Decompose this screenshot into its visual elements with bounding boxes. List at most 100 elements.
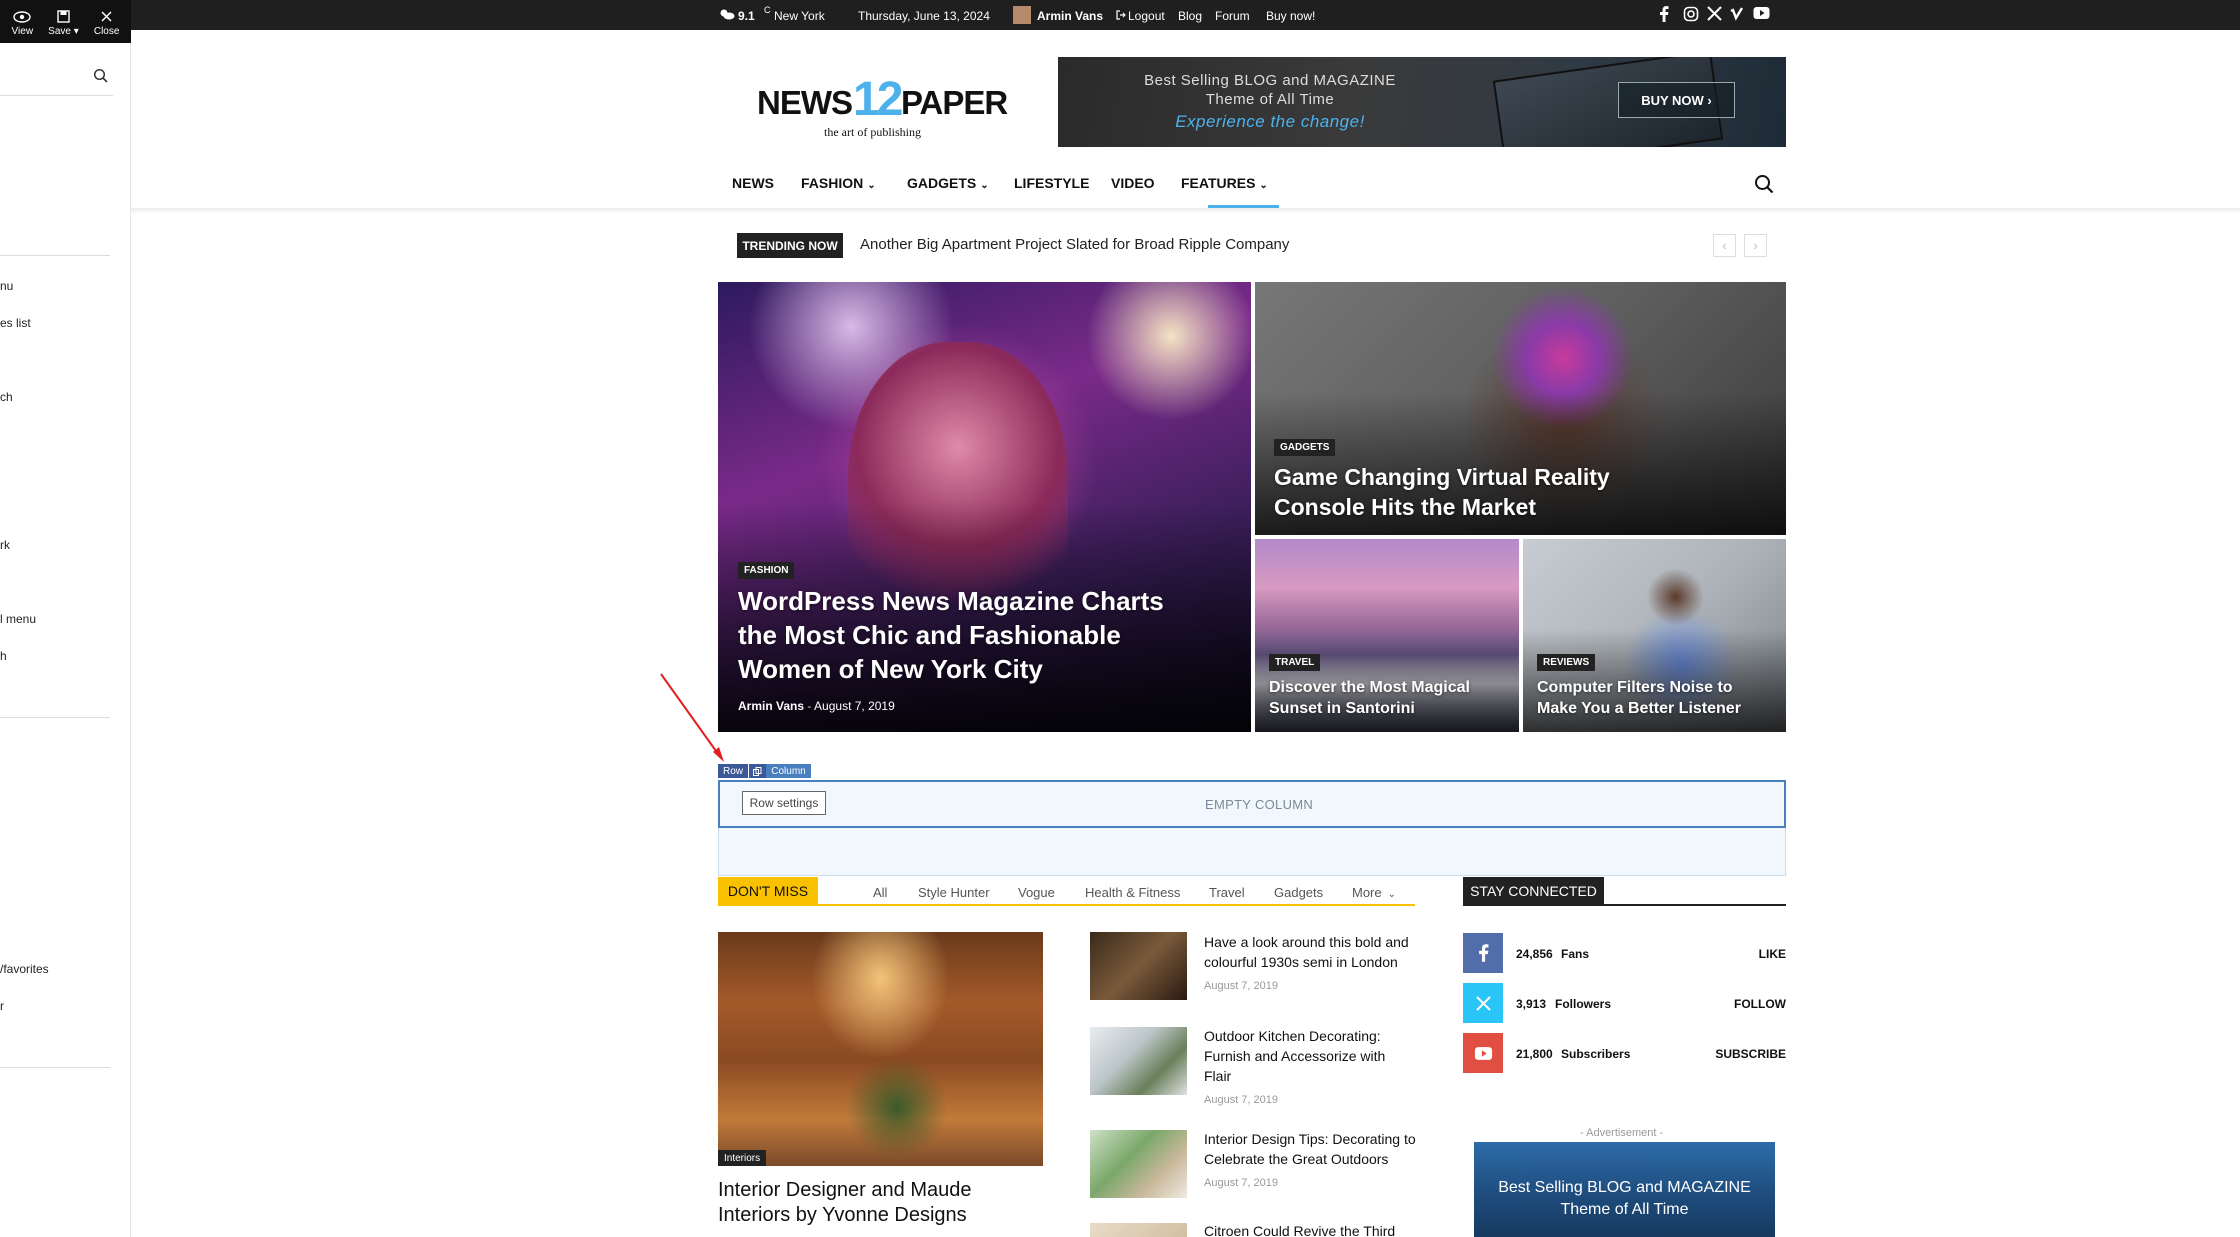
buy-now-button[interactable]: BUY NOW › bbox=[1618, 82, 1735, 118]
close-label: Close bbox=[93, 26, 120, 37]
panel-divider bbox=[0, 255, 110, 256]
column-label[interactable]: Column bbox=[766, 764, 811, 778]
row-settings-button[interactable]: Row settings bbox=[742, 791, 826, 815]
banner-line2: Theme of All Time bbox=[1205, 91, 1335, 108]
header-banner-ad[interactable]: Best Selling BLOG and MAGAZINE Theme of … bbox=[1058, 57, 1786, 147]
post-author[interactable]: Armin Vans bbox=[738, 699, 804, 713]
featured-post-review[interactable]: REVIEWS Computer Filters Noise to Make Y… bbox=[1523, 539, 1786, 732]
vimeo-icon[interactable] bbox=[1730, 6, 1745, 21]
temperature: 9.1 bbox=[738, 9, 755, 23]
featured-post-main[interactable]: FASHION WordPress News Magazine Charts t… bbox=[718, 282, 1251, 732]
panel-item[interactable]: rk bbox=[0, 538, 10, 552]
tab-travel[interactable]: Travel bbox=[1209, 885, 1245, 900]
nav-item-features[interactable]: FEATURES ⌄ bbox=[1181, 175, 1268, 191]
small-post-image[interactable] bbox=[1090, 1223, 1187, 1237]
small-post-title[interactable]: Have a look around this bold and colourf… bbox=[1204, 932, 1416, 972]
nav-item-gadgets[interactable]: GADGETS ⌄ bbox=[907, 175, 989, 191]
blog-link[interactable]: Blog bbox=[1178, 9, 1202, 23]
panel-item[interactable]: r bbox=[0, 999, 4, 1013]
forum-link[interactable]: Forum bbox=[1215, 9, 1250, 23]
post-title[interactable]: Discover the Most Magical Sunset in Sant… bbox=[1269, 677, 1509, 719]
category-badge[interactable]: GADGETS bbox=[1274, 439, 1336, 456]
like-button[interactable]: LIKE bbox=[1759, 947, 1786, 961]
trending-next-button[interactable]: › bbox=[1744, 234, 1767, 257]
panel-item[interactable]: es list bbox=[0, 316, 31, 330]
view-button[interactable]: View bbox=[11, 11, 34, 38]
facebook-icon[interactable] bbox=[1659, 6, 1669, 22]
chevron-down-icon: ⌄ bbox=[1387, 889, 1397, 900]
logo-paper: PAPER bbox=[901, 84, 1008, 121]
tab-style-hunter[interactable]: Style Hunter bbox=[918, 885, 990, 900]
logout-link[interactable]: Logout bbox=[1128, 9, 1165, 23]
big-post-title[interactable]: Interior Designer and Maude Interiors by… bbox=[718, 1178, 1048, 1228]
user-name[interactable]: Armin Vans bbox=[1037, 9, 1103, 23]
small-post-image[interactable] bbox=[1090, 932, 1187, 1000]
temp-unit: C bbox=[764, 5, 771, 15]
meta-separator: - bbox=[804, 699, 815, 713]
sidebar-ad[interactable]: Best Selling BLOG and MAGAZINE Theme of … bbox=[1474, 1142, 1775, 1237]
fans-count: 24,856 bbox=[1516, 947, 1553, 961]
post-title[interactable]: Computer Filters Noise to Make You a Bet… bbox=[1537, 677, 1777, 719]
tab-vogue[interactable]: Vogue bbox=[1018, 885, 1055, 900]
nav-item-fashion[interactable]: FASHION ⌄ bbox=[801, 175, 876, 191]
small-post-image[interactable] bbox=[1090, 1027, 1187, 1095]
instagram-icon[interactable] bbox=[1683, 6, 1699, 22]
avatar[interactable] bbox=[1013, 6, 1031, 24]
tab-all[interactable]: All bbox=[873, 885, 887, 900]
youtube-icon[interactable] bbox=[1753, 6, 1770, 20]
youtube-icon[interactable] bbox=[1463, 1033, 1503, 1073]
save-icon bbox=[57, 10, 70, 23]
logout-icon bbox=[1116, 10, 1126, 20]
tab-gadgets[interactable]: Gadgets bbox=[1274, 885, 1323, 900]
tab-health-fitness[interactable]: Health & Fitness bbox=[1085, 885, 1180, 900]
follow-button[interactable]: FOLLOW bbox=[1734, 997, 1786, 1011]
x-icon[interactable] bbox=[1463, 983, 1503, 1023]
category-badge[interactable]: FASHION bbox=[738, 562, 795, 579]
big-post-image[interactable]: Interiors bbox=[718, 932, 1043, 1166]
row-label[interactable]: Row bbox=[718, 764, 748, 778]
trending-headline[interactable]: Another Big Apartment Project Slated for… bbox=[860, 236, 1289, 253]
banner-line3: Experience the change! bbox=[1175, 112, 1365, 131]
copy-icon bbox=[753, 766, 762, 776]
top-bar: 9.1 C New York Thursday, June 13, 2024 A… bbox=[131, 0, 2240, 30]
nav-item-lifestyle[interactable]: LIFESTYLE bbox=[1014, 175, 1089, 191]
buy-now-link[interactable]: Buy now! bbox=[1266, 9, 1315, 23]
search-icon[interactable] bbox=[93, 68, 108, 83]
date: Thursday, June 13, 2024 bbox=[858, 9, 990, 23]
close-button[interactable]: Close bbox=[93, 10, 120, 38]
small-post-title[interactable]: Citroen Could Revive the Third bbox=[1204, 1221, 1416, 1237]
trending-prev-button[interactable]: ‹ bbox=[1713, 234, 1736, 257]
trending-badge: TRENDING NOW bbox=[737, 233, 843, 258]
panel-divider bbox=[0, 717, 110, 718]
tab-more[interactable]: More ⌄ bbox=[1352, 885, 1396, 900]
category-badge[interactable]: Interiors bbox=[718, 1150, 767, 1166]
panel-item[interactable]: l menu bbox=[0, 612, 36, 626]
nav-item-video[interactable]: VIDEO bbox=[1111, 175, 1155, 191]
small-post-title[interactable]: Interior Design Tips: Decorating to Cele… bbox=[1204, 1129, 1416, 1169]
post-title[interactable]: WordPress News Magazine Charts the Most … bbox=[738, 584, 1198, 686]
featured-post-travel[interactable]: TRAVEL Discover the Most Magical Sunset … bbox=[1255, 539, 1519, 732]
dont-miss-badge: DON'T MISS bbox=[718, 877, 818, 905]
search-icon[interactable] bbox=[1754, 174, 1774, 194]
small-post-title[interactable]: Outdoor Kitchen Decorating: Furnish and … bbox=[1204, 1026, 1416, 1086]
small-post-image[interactable] bbox=[1090, 1130, 1187, 1198]
facebook-icon[interactable] bbox=[1463, 933, 1503, 973]
panel-item[interactable]: ch bbox=[0, 390, 13, 404]
nav-item-news[interactable]: NEWS bbox=[732, 175, 774, 191]
panel-item[interactable]: /favorites bbox=[0, 962, 49, 976]
panel-item[interactable]: nu bbox=[0, 279, 13, 293]
category-badge[interactable]: REVIEWS bbox=[1537, 654, 1596, 671]
copy-row-button[interactable] bbox=[748, 764, 766, 778]
small-post-date: August 7, 2019 bbox=[1204, 980, 1279, 992]
save-button[interactable]: Save ▾ bbox=[48, 10, 79, 38]
featured-post-vr[interactable]: GADGETS Game Changing Virtual Reality Co… bbox=[1255, 282, 1786, 535]
panel-item[interactable]: h bbox=[0, 649, 7, 663]
x-icon[interactable] bbox=[1707, 6, 1722, 21]
sidebar-ad-line1: Best Selling BLOG and MAGAZINE bbox=[1498, 1179, 1751, 1196]
category-badge[interactable]: TRAVEL bbox=[1269, 654, 1321, 671]
view-label: View bbox=[11, 26, 34, 37]
site-logo[interactable]: NEWS 12 PAPER the art of publishing bbox=[757, 73, 1008, 142]
banner-line1: Best Selling BLOG and MAGAZINE bbox=[1144, 72, 1396, 89]
subscribe-button[interactable]: SUBSCRIBE bbox=[1715, 1047, 1786, 1061]
post-title[interactable]: Game Changing Virtual Reality Console Hi… bbox=[1274, 462, 1674, 522]
